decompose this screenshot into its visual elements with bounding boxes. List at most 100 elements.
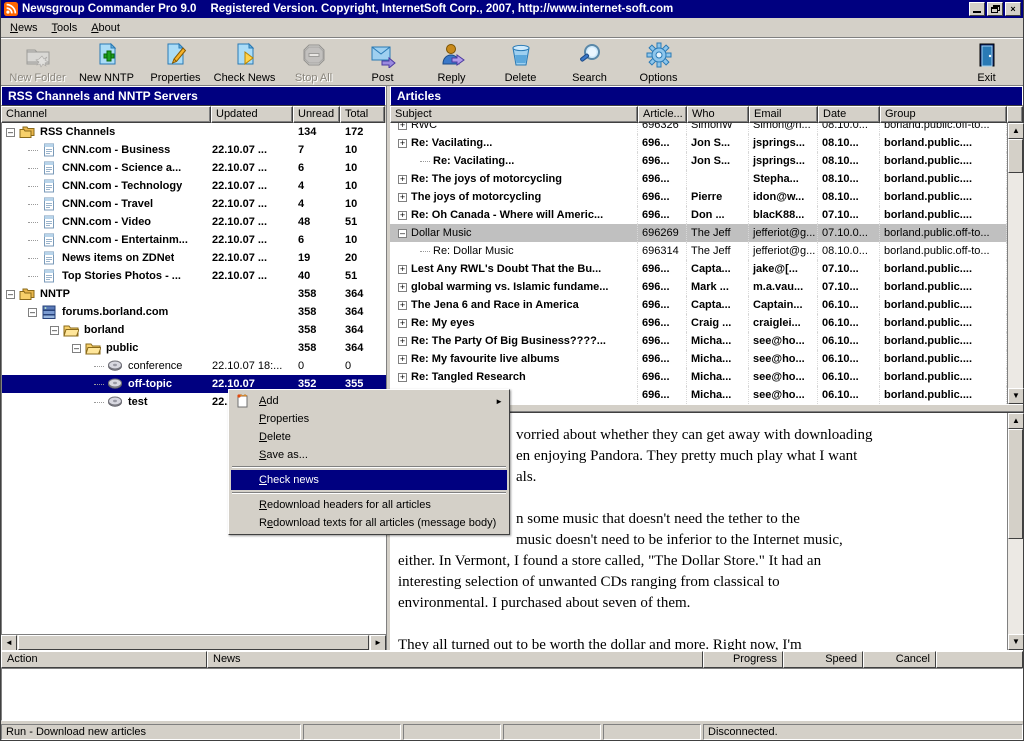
- expand-icon[interactable]: +: [398, 139, 407, 148]
- article-row[interactable]: +RWC696326SimonWSimon@n...08.10.0...borl…: [390, 123, 1007, 134]
- article-row[interactable]: +Re: My eyes696...Craig ...craiglei...06…: [390, 314, 1007, 332]
- channels-horizontal-scrollbar[interactable]: ◄ ►: [1, 634, 386, 650]
- article-row[interactable]: +Re: Tangled Research696...Micha...see@h…: [390, 368, 1007, 386]
- check-news-icon: [232, 42, 258, 71]
- column-header-article[interactable]: Article...: [638, 106, 687, 123]
- tree-row-cnn-com-travel[interactable]: CNN.com - Travel22.10.07 ...410: [2, 195, 386, 213]
- expand-icon[interactable]: +: [398, 337, 407, 346]
- tree-row-cnn-com-science-a-[interactable]: CNN.com - Science a...22.10.07 ...610: [2, 159, 386, 177]
- collapse-icon[interactable]: –: [6, 128, 15, 137]
- queue-column-cancel[interactable]: Cancel: [863, 651, 936, 668]
- expand-icon[interactable]: +: [398, 373, 407, 382]
- collapse-icon[interactable]: –: [398, 229, 407, 238]
- restore-button[interactable]: [987, 2, 1003, 16]
- expand-icon[interactable]: +: [398, 175, 407, 184]
- context-menu-item-properties[interactable]: Properties: [231, 410, 507, 428]
- menu-item-about[interactable]: About: [84, 20, 127, 36]
- article-row[interactable]: +Re: Vacilating...696...Jon S...jsprings…: [390, 134, 1007, 152]
- tree-total-cell: 172: [341, 126, 386, 138]
- toolbar-button-post[interactable]: Post: [348, 39, 417, 84]
- collapse-icon[interactable]: –: [28, 308, 37, 317]
- expand-icon[interactable]: +: [398, 211, 407, 220]
- column-header-total[interactable]: Total: [340, 106, 385, 123]
- column-header-channel[interactable]: Channel: [1, 106, 211, 123]
- menu-item-news[interactable]: News: [3, 20, 45, 36]
- tree-row-cnn-com-business[interactable]: CNN.com - Business22.10.07 ...710: [2, 141, 386, 159]
- tree-row-top-stories-photos-[interactable]: Top Stories Photos - ...22.10.07 ...4051: [2, 267, 386, 285]
- article-row[interactable]: –Dollar Music696269The Jeffjefferiot@g..…: [390, 224, 1007, 242]
- scroll-up-icon[interactable]: ▲: [1008, 413, 1024, 429]
- toolbar-button-search[interactable]: Search: [555, 39, 624, 84]
- collapse-icon[interactable]: –: [50, 326, 59, 335]
- tree-row-news-items-on-zdnet[interactable]: News items on ZDNet22.10.07 ...1920: [2, 249, 386, 267]
- scroll-left-icon[interactable]: ◄: [1, 635, 17, 651]
- app-rss-icon: [4, 2, 18, 16]
- context-menu-item-delete[interactable]: Delete: [231, 428, 507, 446]
- queue-column-progress[interactable]: Progress: [703, 651, 783, 668]
- tree-row-public[interactable]: –public358364: [2, 339, 386, 357]
- scrollbar-thumb[interactable]: [1008, 139, 1023, 173]
- toolbar-button-delete[interactable]: Delete: [486, 39, 555, 84]
- expand-icon[interactable]: +: [398, 265, 407, 274]
- tree-row-rss-channels[interactable]: –RSS Channels134172: [2, 123, 386, 141]
- article-row[interactable]: +Re: My favourite live albums696...Micha…: [390, 350, 1007, 368]
- queue-column-news[interactable]: News: [207, 651, 703, 668]
- toolbar-button-properties[interactable]: Properties: [141, 39, 210, 84]
- queue-column-speed[interactable]: Speed: [783, 651, 863, 668]
- column-header-date[interactable]: Date: [818, 106, 880, 123]
- article-row[interactable]: Re: Vacilating...696...Jon S...jsprings.…: [390, 152, 1007, 170]
- context-menu-item-redownload-texts-for-all-articles-message-body[interactable]: Redownload texts for all articles (messa…: [231, 514, 507, 532]
- context-menu-item-check-news[interactable]: Check news: [231, 470, 507, 490]
- tree-row-cnn-com-entertainm-[interactable]: CNN.com - Entertainm...22.10.07 ...610: [2, 231, 386, 249]
- scrollbar-thumb[interactable]: [1008, 429, 1023, 539]
- scroll-up-icon[interactable]: ▲: [1008, 123, 1024, 139]
- scroll-right-icon[interactable]: ►: [370, 635, 386, 651]
- expand-icon[interactable]: +: [398, 193, 407, 202]
- expand-icon[interactable]: +: [398, 301, 407, 310]
- article-row[interactable]: +global warming vs. Islamic fundame...69…: [390, 278, 1007, 296]
- article-row[interactable]: +The joys of motorcycling696...Pierreido…: [390, 188, 1007, 206]
- collapse-icon[interactable]: –: [6, 290, 15, 299]
- queue-column-action[interactable]: Action: [1, 651, 207, 668]
- column-header-who[interactable]: Who: [687, 106, 749, 123]
- context-menu-item-redownload-headers-for-all-articles[interactable]: Redownload headers for all articles: [231, 496, 507, 514]
- expand-icon[interactable]: +: [398, 123, 407, 130]
- column-header-subject[interactable]: Subject: [390, 106, 638, 123]
- minimize-button[interactable]: [969, 2, 985, 16]
- expand-icon[interactable]: +: [398, 319, 407, 328]
- context-menu-item-save-as[interactable]: Save as...: [231, 446, 507, 464]
- close-button[interactable]: ×: [1005, 2, 1021, 16]
- scrollbar-thumb[interactable]: [18, 635, 369, 650]
- tree-row-conference[interactable]: conference22.10.07 18:...00: [2, 357, 386, 375]
- scroll-down-icon[interactable]: ▼: [1008, 634, 1024, 650]
- column-header-group[interactable]: Group: [880, 106, 1007, 123]
- column-header-unread[interactable]: Unread: [293, 106, 340, 123]
- collapse-icon[interactable]: –: [72, 344, 81, 353]
- menu-item-tools[interactable]: Tools: [45, 20, 85, 36]
- article-row[interactable]: +The Jena 6 and Race in America696...Cap…: [390, 296, 1007, 314]
- scroll-down-icon[interactable]: ▼: [1008, 388, 1024, 404]
- tree-row-nntp[interactable]: –NNTP358364: [2, 285, 386, 303]
- toolbar-button-check-news[interactable]: Check News: [210, 39, 279, 84]
- article-row[interactable]: +Re: Oh Canada - Where will Americ...696…: [390, 206, 1007, 224]
- articles-vertical-scrollbar[interactable]: ▲ ▼: [1007, 123, 1023, 404]
- toolbar-button-options[interactable]: Options: [624, 39, 693, 84]
- toolbar-button-reply[interactable]: Reply: [417, 39, 486, 84]
- toolbar-button-exit[interactable]: Exit: [952, 39, 1021, 84]
- column-header-updated[interactable]: Updated: [211, 106, 293, 123]
- tree-row-forums-borland-com[interactable]: –forums.borland.com358364: [2, 303, 386, 321]
- toolbar-button-new-nntp[interactable]: New NNTP: [72, 39, 141, 84]
- tree-row-cnn-com-technology[interactable]: CNN.com - Technology22.10.07 ...410: [2, 177, 386, 195]
- article-row[interactable]: +Re: The joys of motorcycling696...Steph…: [390, 170, 1007, 188]
- column-header-email[interactable]: Email: [749, 106, 818, 123]
- context-menu-item-add[interactable]: Add►: [231, 392, 507, 410]
- tree-row-borland[interactable]: –borland358364: [2, 321, 386, 339]
- message-vertical-scrollbar[interactable]: ▲ ▼: [1007, 413, 1023, 650]
- tree-row-cnn-com-video[interactable]: CNN.com - Video22.10.07 ...4851: [2, 213, 386, 231]
- expand-icon[interactable]: +: [398, 355, 407, 364]
- article-group-cell: borland.public....: [880, 134, 1007, 152]
- article-row[interactable]: +Lest Any RWL's Doubt That the Bu...696.…: [390, 260, 1007, 278]
- article-row[interactable]: Re: Dollar Music696314The Jeffjefferiot@…: [390, 242, 1007, 260]
- article-row[interactable]: +Re: The Party Of Big Business????...696…: [390, 332, 1007, 350]
- expand-icon[interactable]: +: [398, 283, 407, 292]
